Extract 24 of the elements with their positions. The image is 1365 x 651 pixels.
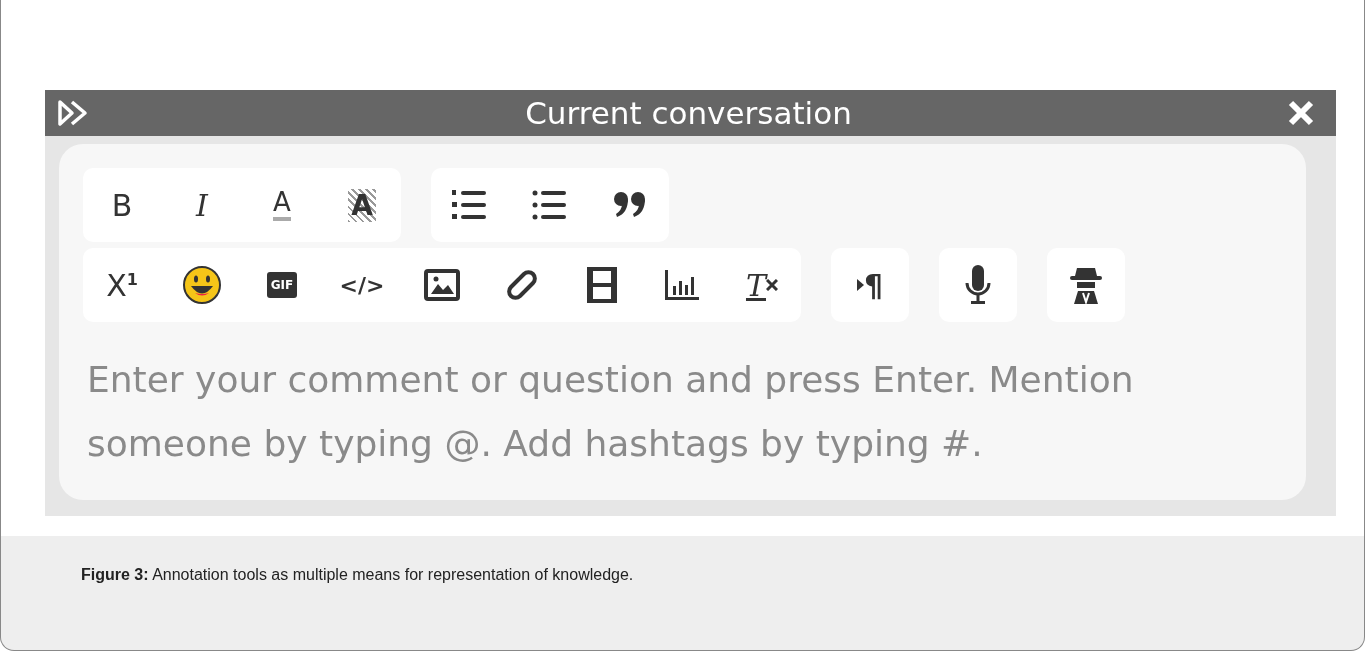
double-arrow-icon[interactable] (57, 99, 89, 127)
bar-chart-icon (663, 268, 701, 302)
numbered-list-icon (452, 188, 488, 222)
smiley-icon (182, 265, 222, 305)
comment-field[interactable]: Enter your comment or question and press Enter. Mention someone by typing @. Add hashtags by typing #. (59, 328, 1306, 500)
font-color-button[interactable]: A (251, 180, 313, 230)
cross-icon (766, 279, 778, 291)
bold-button[interactable]: B (91, 180, 153, 230)
paragraph-button[interactable]: ¶ (839, 260, 901, 310)
microphone-icon (964, 263, 992, 307)
highlight-button[interactable]: A (331, 180, 393, 230)
triangle-icon (856, 279, 864, 291)
image-icon (424, 269, 460, 301)
quote-icon (613, 191, 647, 219)
italic-button[interactable]: I (171, 180, 233, 230)
window-title: Current conversation (525, 95, 852, 131)
close-icon[interactable] (1288, 100, 1314, 126)
clear-format-button[interactable]: T (731, 260, 793, 310)
gif-button[interactable]: GIF (251, 260, 313, 310)
figure-caption: Figure 3: Annotation tools as multiple means for representation of knowledge. (80, 565, 635, 584)
superscript-button[interactable]: X$^{1}$ (91, 260, 153, 310)
code-button[interactable]: </> (331, 260, 393, 310)
bullet-list-icon (532, 188, 568, 222)
film-icon (585, 265, 619, 305)
